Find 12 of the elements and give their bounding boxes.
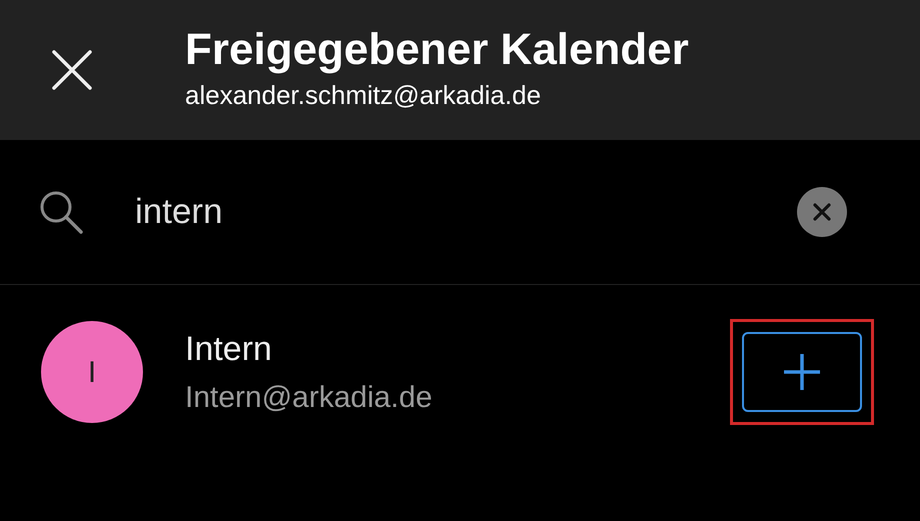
close-icon	[52, 50, 92, 90]
calendar-name: Intern	[185, 329, 273, 370]
window-title: Freigegebener Kalender	[185, 24, 689, 76]
avatar: I	[41, 321, 143, 423]
plus-icon	[782, 352, 822, 392]
calendar-email: Intern@arkadia.de	[185, 380, 434, 416]
add-button[interactable]	[742, 332, 862, 412]
clear-button[interactable]	[797, 187, 847, 237]
account-email: alexander.schmitz@arkadia.de	[185, 79, 542, 112]
clear-icon	[813, 203, 831, 221]
search-field[interactable]: intern	[135, 186, 735, 238]
search-icon	[38, 189, 84, 235]
